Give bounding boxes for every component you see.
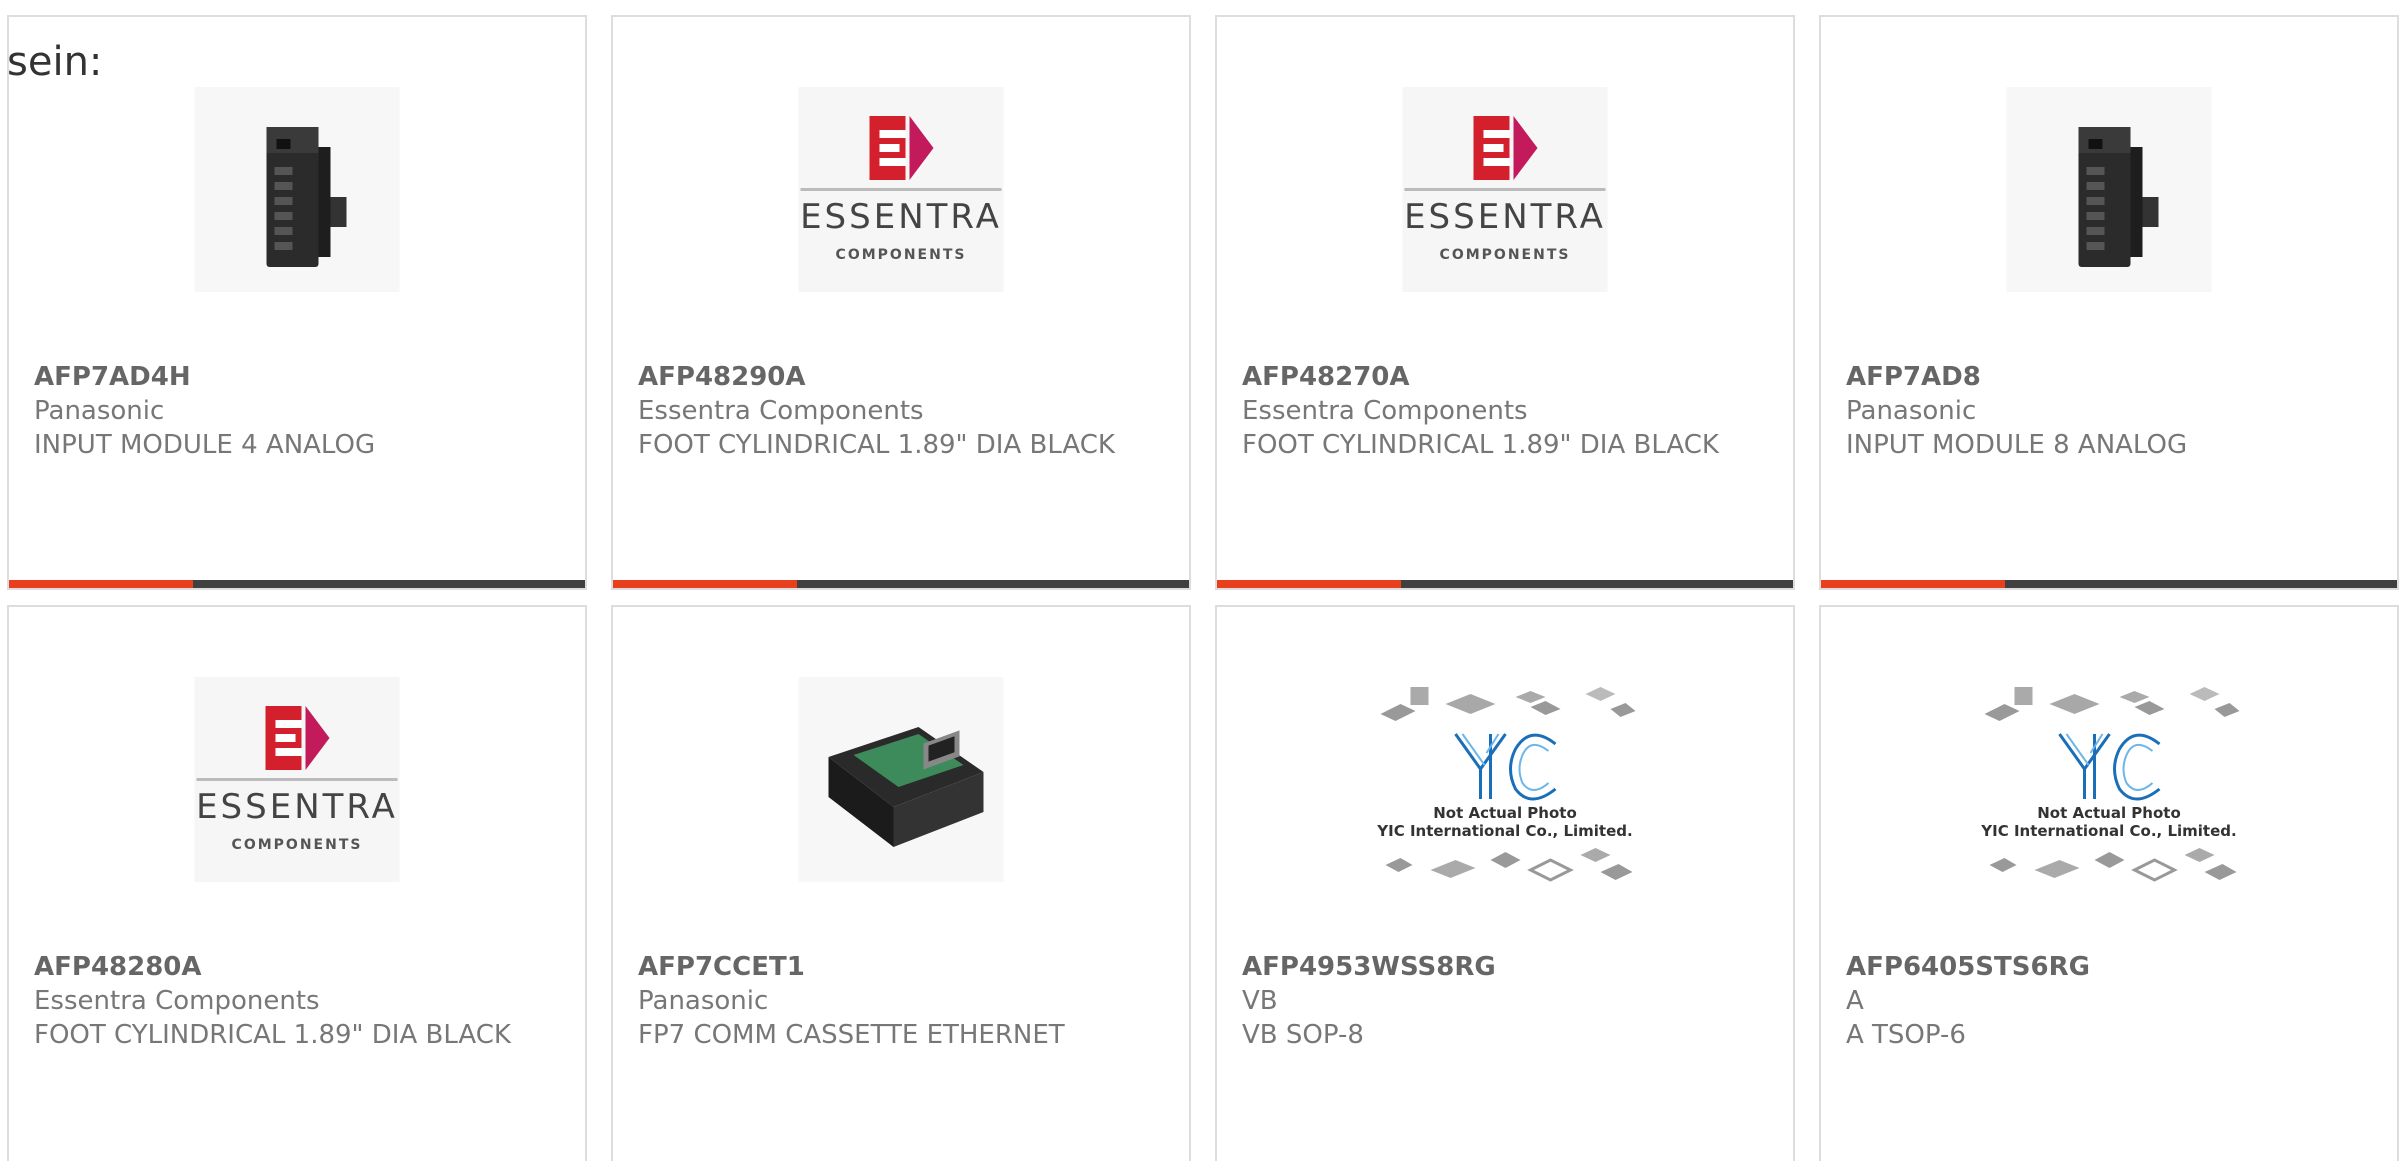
essentra-logo-sub: COMPONENTS [835, 247, 967, 263]
placeholder-note-2: YIC International Co., Limited. [1377, 822, 1633, 840]
product-image: Not Actual Photo YIC International Co., … [1981, 677, 2239, 882]
card-bottom-bar [9, 580, 585, 588]
part-number[interactable]: AFP48280A [34, 950, 565, 984]
manufacturer: Essentra Components [1242, 396, 1528, 426]
product-image: ESSENTRA COMPONENTS [194, 677, 400, 882]
product-card[interactable]: ESSENTRA COMPONENTS AFP48280A Essentra C… [7, 605, 587, 1161]
manufacturer: A [1846, 986, 1864, 1016]
part-number[interactable]: AFP7CCET1 [638, 950, 1169, 984]
placeholder-note-1: Not Actual Photo [1433, 804, 1577, 822]
manufacturer: VB [1242, 986, 1278, 1016]
chip-packages-icon [1984, 687, 2239, 721]
part-number[interactable]: AFP7AD8 [1846, 360, 2377, 394]
yic-placeholder: Not Actual Photo YIC International Co., … [1974, 660, 2244, 910]
description: A TSOP-6 [1846, 1020, 1966, 1050]
product-card[interactable]: AFP7AD4H Panasonic INPUT MODULE 4 ANALOG [7, 15, 587, 590]
product-info: AFP4953WSS8RG VB VB SOP-8 [1242, 950, 1773, 1052]
product-info: AFP6405STS6RG A A TSOP-6 [1846, 950, 2377, 1052]
chip-packages-icon [1380, 687, 1635, 721]
essentra-logo: ESSENTRA COMPONENTS [194, 677, 400, 882]
placeholder-note-2: YIC International Co., Limited. [1981, 822, 2237, 840]
part-number[interactable]: AFP7AD4H [34, 360, 565, 394]
yic-logo [1453, 733, 1556, 801]
description: INPUT MODULE 8 ANALOG [1846, 430, 2188, 460]
product-card[interactable]: Not Actual Photo YIC International Co., … [1819, 605, 2399, 1161]
product-info: AFP48280A Essentra Components FOOT CYLIN… [34, 950, 565, 1052]
card-accent-bar [1217, 580, 1401, 588]
product-info: AFP7AD4H Panasonic INPUT MODULE 4 ANALOG [34, 360, 565, 462]
card-accent-bar [613, 580, 797, 588]
description: FOOT CYLINDRICAL 1.89" DIA BLACK [1242, 430, 1719, 460]
description: INPUT MODULE 4 ANALOG [34, 430, 376, 460]
essentra-logo: ESSENTRA COMPONENTS [1402, 87, 1608, 292]
essentra-logo-word: ESSENTRA [1404, 188, 1606, 237]
manufacturer: Essentra Components [638, 396, 924, 426]
product-card[interactable]: AFP7CCET1 Panasonic FP7 COMM CASSETTE ET… [611, 605, 1191, 1161]
chip-packages-icon [1385, 848, 1632, 882]
yic-placeholder: Not Actual Photo YIC International Co., … [1370, 660, 1640, 910]
product-image: Not Actual Photo YIC International Co., … [1377, 677, 1635, 882]
product-image [2006, 87, 2212, 292]
product-image: ESSENTRA COMPONENTS [798, 87, 1004, 292]
description: VB SOP-8 [1242, 1020, 1364, 1050]
essentra-logo-mark [869, 116, 933, 180]
manufacturer: Panasonic [34, 396, 165, 426]
product-grid-page: sein: AFP7AD4H Panasonic INPUT MODULE 4 … [0, 0, 2400, 1161]
product-card[interactable]: Not Actual Photo YIC International Co., … [1215, 605, 1795, 1161]
product-card[interactable]: AFP7AD8 Panasonic INPUT MODULE 8 ANALOG [1819, 15, 2399, 590]
essentra-logo-word: ESSENTRA [800, 188, 1002, 237]
part-number[interactable]: AFP4953WSS8RG [1242, 950, 1773, 984]
plc-module-photo [2006, 87, 2212, 292]
manufacturer: Panasonic [638, 986, 769, 1016]
description: FP7 COMM CASSETTE ETHERNET [638, 1020, 1065, 1050]
essentra-logo-mark [1473, 116, 1537, 180]
chip-packages-icon [1989, 848, 2236, 882]
card-bottom-bar [1821, 580, 2397, 588]
part-number[interactable]: AFP48270A [1242, 360, 1773, 394]
card-accent-bar [1821, 580, 2005, 588]
essentra-logo-sub: COMPONENTS [1439, 247, 1571, 263]
plc-module-photo [194, 87, 400, 292]
yic-logo [2057, 733, 2160, 801]
product-image [194, 87, 400, 292]
essentra-logo-word: ESSENTRA [196, 778, 398, 827]
ethernet-cassette-photo [798, 677, 1004, 882]
placeholder-note-1: Not Actual Photo [2037, 804, 2181, 822]
product-info: AFP7CCET1 Panasonic FP7 COMM CASSETTE ET… [638, 950, 1169, 1052]
essentra-logo-mark [265, 706, 329, 770]
card-bottom-bar [613, 580, 1189, 588]
card-bottom-bar [1217, 580, 1793, 588]
card-accent-bar [9, 580, 193, 588]
product-image [798, 677, 1004, 882]
product-info: AFP48290A Essentra Components FOOT CYLIN… [638, 360, 1169, 462]
product-info: AFP48270A Essentra Components FOOT CYLIN… [1242, 360, 1773, 462]
part-number[interactable]: AFP48290A [638, 360, 1169, 394]
product-info: AFP7AD8 Panasonic INPUT MODULE 8 ANALOG [1846, 360, 2377, 462]
product-card[interactable]: ESSENTRA COMPONENTS AFP48290A Essentra C… [611, 15, 1191, 590]
manufacturer: Panasonic [1846, 396, 1977, 426]
description: FOOT CYLINDRICAL 1.89" DIA BLACK [638, 430, 1115, 460]
product-grid: AFP7AD4H Panasonic INPUT MODULE 4 ANALOG [7, 15, 2399, 1161]
description: FOOT CYLINDRICAL 1.89" DIA BLACK [34, 1020, 511, 1050]
part-number[interactable]: AFP6405STS6RG [1846, 950, 2377, 984]
essentra-logo-sub: COMPONENTS [231, 837, 363, 853]
lead-text: sein: [7, 39, 103, 85]
product-card[interactable]: ESSENTRA COMPONENTS AFP48270A Essentra C… [1215, 15, 1795, 590]
product-image: ESSENTRA COMPONENTS [1402, 87, 1608, 292]
manufacturer: Essentra Components [34, 986, 320, 1016]
essentra-logo: ESSENTRA COMPONENTS [798, 87, 1004, 292]
